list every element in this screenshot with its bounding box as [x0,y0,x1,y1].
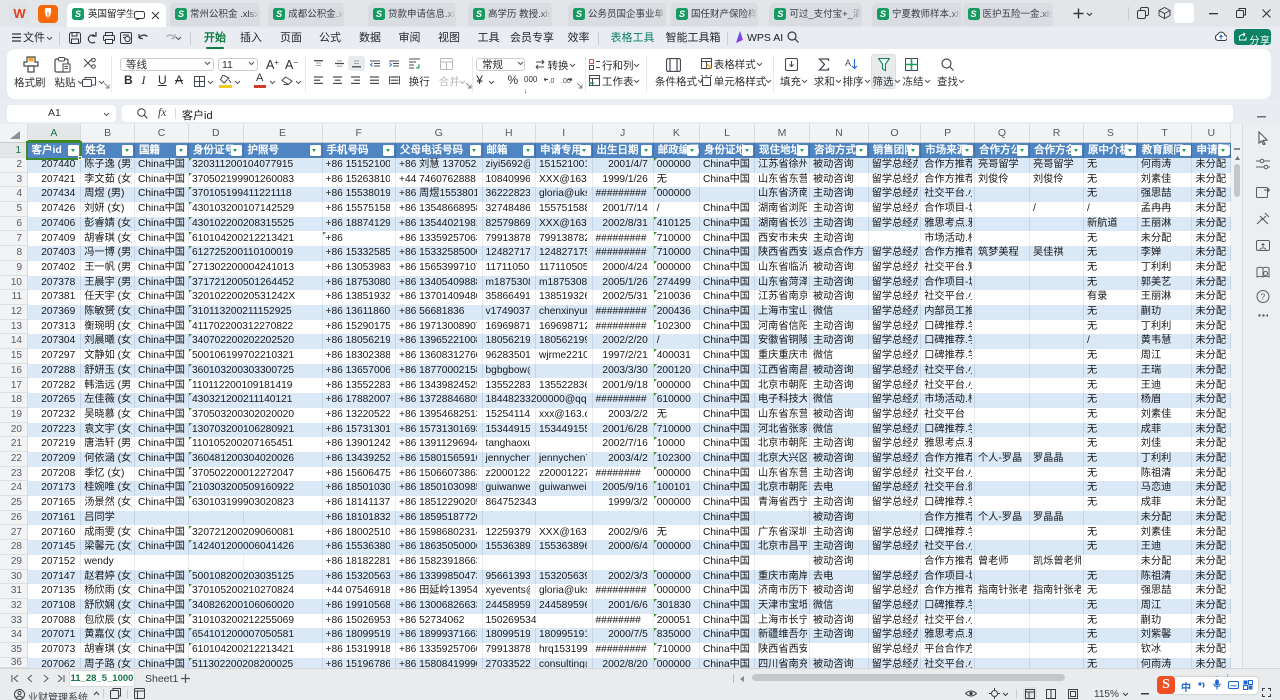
svg-text:A: A [845,58,851,68]
svg-text:?: ? [1261,293,1266,302]
svg-text:.0: .0 [548,78,554,85]
